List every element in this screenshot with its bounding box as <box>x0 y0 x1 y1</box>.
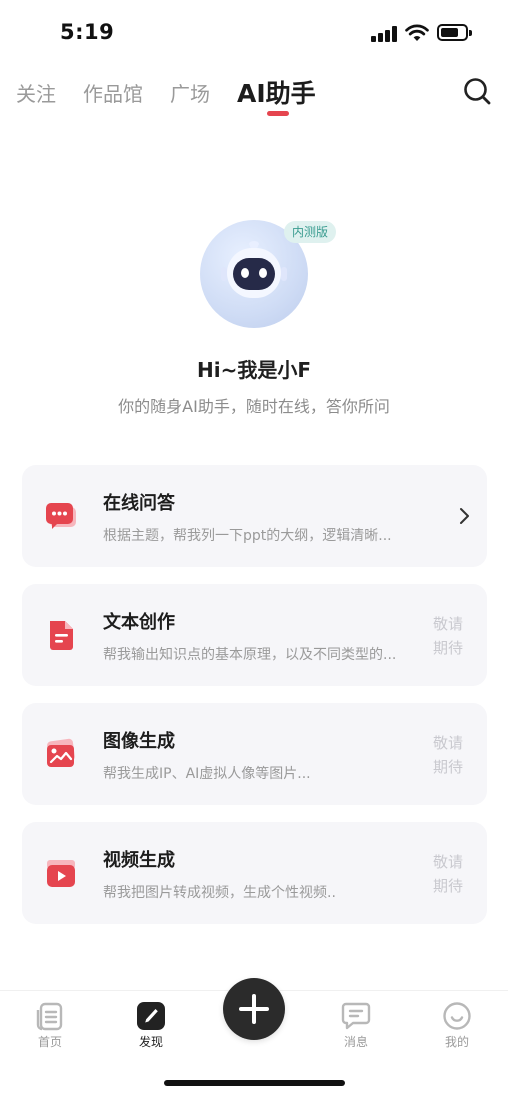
status-bar: 5:19 <box>0 0 508 66</box>
battery-icon <box>437 24 472 41</box>
card-description: 根据主题，帮我列一下ppt的大纲，逻辑清晰... <box>103 528 392 544</box>
tab-ai-assistant[interactable]: AI助手 <box>237 76 316 116</box>
plus-icon <box>239 994 269 1024</box>
card-title: 文本创作 <box>103 612 175 633</box>
active-tab-indicator <box>267 111 289 116</box>
cellular-signal-icon <box>371 26 398 42</box>
coming-soon-line-2: 期待 <box>433 758 464 776</box>
image-icon <box>47 738 75 767</box>
card-description: 帮我生成IP、AI虚拟人像等图片... <box>103 766 311 782</box>
coming-soon-label: 敬请 期待 <box>433 612 467 660</box>
hero-title: Hi~我是小F <box>196 358 311 382</box>
nav-discover-label: 发现 <box>138 1035 163 1049</box>
nav-home-label: 首页 <box>37 1035 62 1049</box>
discover-icon <box>137 1002 165 1030</box>
card-image-generation[interactable]: 图像生成 帮我生成IP、AI虚拟人像等图片... 敬请 期待 <box>22 703 487 805</box>
coming-soon-line-2: 期待 <box>433 639 464 657</box>
profile-icon <box>443 1002 471 1030</box>
chat-bubble-icon <box>46 503 76 529</box>
top-tab-bar: 关注 作品馆 广场 AI助手 <box>16 72 316 116</box>
status-time: 5:19 <box>60 20 115 44</box>
tab-follow[interactable]: 关注 <box>16 76 56 112</box>
card-title: 在线问答 <box>103 493 175 514</box>
card-description: 帮我输出知识点的基本原理，以及不同类型的... <box>103 647 397 663</box>
message-icon <box>341 1002 371 1030</box>
card-text-creation[interactable]: 文本创作 帮我输出知识点的基本原理，以及不同类型的... 敬请 期待 <box>22 584 487 686</box>
hero-subtitle: 你的随身AI助手，随时在线，答你所问 <box>118 397 390 416</box>
nav-profile-label: 我的 <box>444 1035 469 1049</box>
coming-soon-line-1: 敬请 <box>433 615 464 633</box>
card-video-generation[interactable]: 视频生成 帮我把图片转成视频，生成个性视频.. 敬请 期待 <box>22 822 487 924</box>
home-indicator[interactable] <box>164 1080 345 1086</box>
nav-discover[interactable]: 发现 <box>121 1001 181 1050</box>
nav-profile[interactable]: 我的 <box>427 1001 487 1050</box>
tab-ai-assistant-label: AI助手 <box>237 79 316 108</box>
card-online-qa[interactable]: 在线问答 根据主题，帮我列一下ppt的大纲，逻辑清晰... <box>22 465 487 567</box>
nav-messages-label: 消息 <box>343 1035 368 1049</box>
document-icon <box>50 621 73 650</box>
wifi-icon <box>405 24 429 41</box>
video-icon <box>47 860 75 887</box>
card-description: 帮我把图片转成视频，生成个性视频.. <box>103 885 336 901</box>
beta-badge: 内测版 <box>284 221 337 243</box>
nav-home[interactable]: 首页 <box>20 1001 80 1050</box>
search-icon[interactable] <box>462 76 492 106</box>
card-title: 图像生成 <box>103 731 175 752</box>
coming-soon-line-1: 敬请 <box>433 734 464 752</box>
create-button[interactable] <box>223 978 285 1040</box>
home-icon <box>36 1002 63 1031</box>
tab-square[interactable]: 广场 <box>170 76 210 112</box>
nav-messages[interactable]: 消息 <box>326 1001 386 1050</box>
card-title: 视频生成 <box>103 850 175 871</box>
chevron-right-icon <box>460 508 469 524</box>
coming-soon-line-2: 期待 <box>433 877 464 895</box>
coming-soon-line-1: 敬请 <box>433 853 464 871</box>
coming-soon-label: 敬请 期待 <box>433 731 467 779</box>
coming-soon-label: 敬请 期待 <box>433 850 467 898</box>
tab-works[interactable]: 作品馆 <box>83 76 143 112</box>
